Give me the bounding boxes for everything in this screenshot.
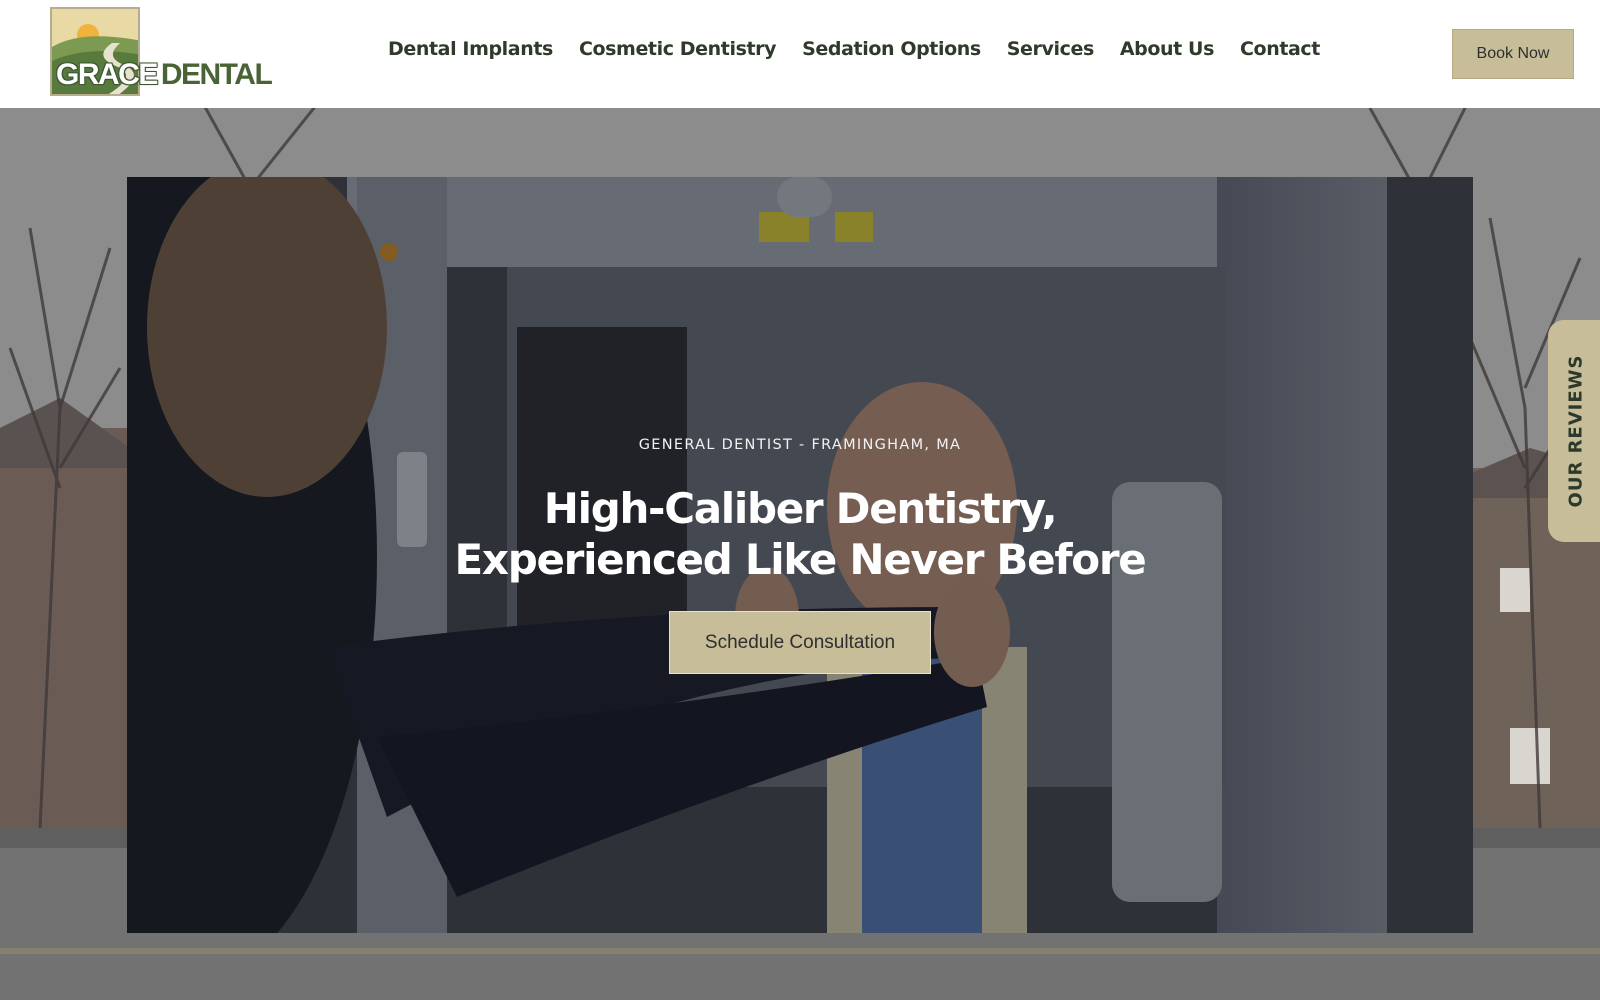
site-header: GRACE DENTAL Dental Implants Cosmetic Den…: [0, 0, 1600, 108]
hero-title-line1: High-Caliber Dentistry,: [543, 484, 1058, 533]
logo-wordmark: GRACE DENTAL: [56, 58, 273, 92]
our-reviews-label: OUR REVIEWS: [1565, 354, 1587, 508]
logo-word-grace: GRACE: [56, 58, 158, 91]
hero-title-line2: Experienced Like Never Before: [454, 535, 1147, 584]
main-nav: Dental Implants Cosmetic Dentistry Sedat…: [388, 38, 1320, 60]
hero-eyebrow: GENERAL DENTIST - FRAMINGHAM, MA: [638, 437, 962, 453]
nav-dental-implants[interactable]: Dental Implants: [388, 38, 553, 60]
nav-sedation-options[interactable]: Sedation Options: [802, 38, 981, 60]
nav-services[interactable]: Services: [1007, 38, 1095, 60]
hero-panel: GENERAL DENTIST - FRAMINGHAM, MA High-Ca…: [127, 177, 1473, 933]
nav-contact[interactable]: Contact: [1240, 38, 1320, 60]
brand-logo[interactable]: GRACE DENTAL: [50, 6, 273, 98]
nav-cosmetic-dentistry[interactable]: Cosmetic Dentistry: [579, 38, 777, 60]
schedule-consultation-button[interactable]: Schedule Consultation: [669, 611, 931, 674]
hero-content: GENERAL DENTIST - FRAMINGHAM, MA High-Ca…: [127, 177, 1473, 933]
book-now-button[interactable]: Book Now: [1452, 29, 1574, 79]
hero-title: High-Caliber Dentistry, Experienced Like…: [127, 483, 1473, 585]
our-reviews-tab[interactable]: OUR REVIEWS: [1548, 320, 1600, 542]
nav-about-us[interactable]: About Us: [1120, 38, 1215, 60]
logo-word-dental: DENTAL: [160, 58, 273, 91]
